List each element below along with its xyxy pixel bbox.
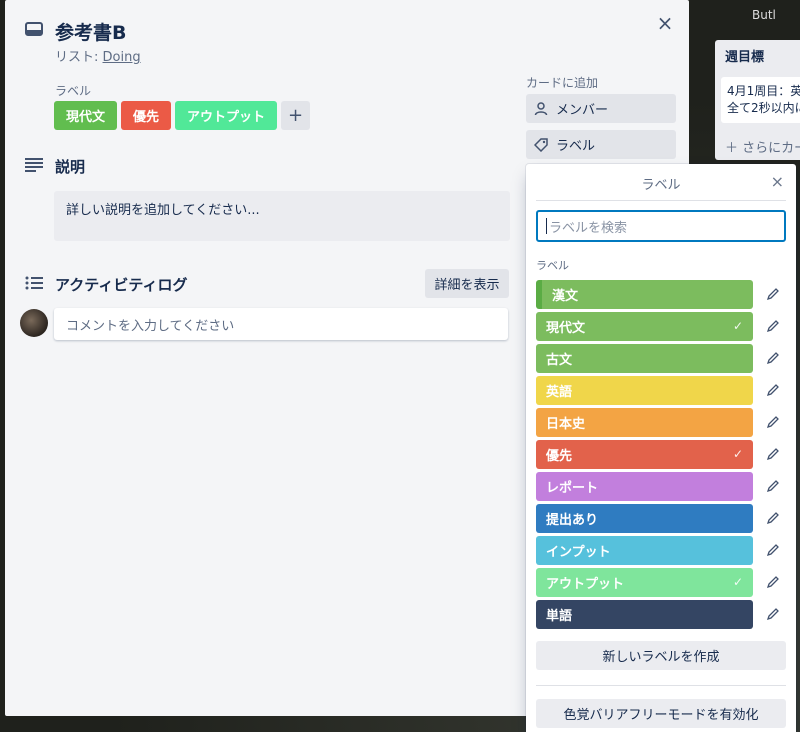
label-option-gendaibun[interactable]: 現代文 ✓ <box>536 311 753 341</box>
label-option-nihonshi[interactable]: 日本史 <box>536 407 753 437</box>
label-name: レポート <box>546 480 599 496</box>
avatar[interactable] <box>20 309 48 337</box>
label-row: 英語 <box>536 374 780 406</box>
butler-button[interactable]: Butl <box>752 8 776 22</box>
tag-icon <box>534 137 548 152</box>
pencil-icon[interactable] <box>766 415 780 429</box>
card-icon <box>25 22 43 36</box>
pencil-icon[interactable] <box>766 575 780 589</box>
label-name: 提出あり <box>546 512 599 528</box>
show-details-button[interactable]: 詳細を表示 <box>425 269 509 298</box>
label-row: 単語 <box>536 598 780 630</box>
labels-popover: ラベル × ラベルを検索 ラベル 漢文 現代文 ✓ 古文 英語 日本史 優先 ✓ <box>526 164 796 732</box>
label-name: インプット <box>546 544 611 560</box>
activity-title: アクティビティログ <box>55 276 188 294</box>
label-name: 単語 <box>546 608 573 624</box>
add-to-card-heading: カードに追加 <box>526 76 599 90</box>
check-icon: ✓ <box>732 319 743 333</box>
pencil-icon[interactable] <box>766 607 780 621</box>
label-row: 提出あり <box>536 502 780 534</box>
labels-section-heading: ラベル <box>536 259 569 272</box>
members-button[interactable]: メンバー <box>526 94 676 123</box>
card-label-chips: 現代文 優先 アウトプット + <box>54 101 311 130</box>
divider <box>536 685 786 686</box>
board-list-add-card[interactable]: ＋ さらにカー <box>725 137 800 156</box>
add-label-button[interactable]: + <box>281 101 311 130</box>
board-list-weekly-goals: 週目標 4月1周目：英 全て2秒以内に ＋ さらにカー <box>715 40 800 160</box>
card-title[interactable]: 参考書B <box>55 18 126 45</box>
pencil-icon[interactable] <box>766 511 780 525</box>
pencil-icon[interactable] <box>766 351 780 365</box>
labels-button[interactable]: ラベル <box>526 130 676 159</box>
label-row: 古文 <box>536 342 780 374</box>
labels-heading: ラベル <box>55 84 92 98</box>
pencil-icon[interactable] <box>766 543 780 557</box>
label-option-report[interactable]: レポート <box>536 471 753 501</box>
labels-label: ラベル <box>556 139 596 154</box>
label-chip[interactable]: 現代文 <box>54 101 118 130</box>
label-search-input[interactable]: ラベルを検索 <box>536 210 786 242</box>
butler-label: Butl <box>752 8 776 22</box>
description-icon <box>25 158 43 172</box>
label-row: 漢文 <box>536 278 780 310</box>
divider <box>536 200 786 201</box>
close-icon[interactable]: × <box>771 172 784 191</box>
comment-input[interactable]: コメントを入力してください <box>54 308 508 340</box>
label-name: 優先 <box>546 448 573 464</box>
label-row: 現代文 ✓ <box>536 310 780 342</box>
label-chip[interactable]: 優先 <box>121 101 172 130</box>
label-row: 優先 ✓ <box>536 438 780 470</box>
label-option-teishutsu[interactable]: 提出あり <box>536 503 753 533</box>
label-option-yusen[interactable]: 優先 ✓ <box>536 439 753 469</box>
members-label: メンバー <box>556 103 609 118</box>
label-option-kanbun[interactable]: 漢文 <box>536 279 753 309</box>
card-list-info: リスト: Doing <box>55 46 141 65</box>
description-input[interactable]: 詳しい説明を追加してください... <box>54 191 510 241</box>
label-name: 現代文 <box>546 320 586 336</box>
pencil-icon[interactable] <box>766 287 780 301</box>
list-name-link[interactable]: Doing <box>103 50 141 65</box>
label-option-output[interactable]: アウトプット ✓ <box>536 567 753 597</box>
list-prefix: リスト: <box>55 50 103 65</box>
label-row: レポート <box>536 470 780 502</box>
pencil-icon[interactable] <box>766 479 780 493</box>
popover-title: ラベル <box>641 178 681 193</box>
label-name: 英語 <box>546 384 573 400</box>
label-row: 日本史 <box>536 406 780 438</box>
description-title: 説明 <box>55 158 86 176</box>
pencil-icon[interactable] <box>766 383 780 397</box>
label-name: 日本史 <box>546 416 586 432</box>
check-icon: ✓ <box>732 575 743 589</box>
colorblind-mode-button[interactable]: 色覚バリアフリーモードを有効化 <box>536 699 786 728</box>
label-option-eigo[interactable]: 英語 <box>536 375 753 405</box>
board-list-title: 週目標 <box>725 50 765 65</box>
person-icon <box>534 101 548 115</box>
label-list: 漢文 現代文 ✓ 古文 英語 日本史 優先 ✓ レポート 提出あり インプット … <box>536 278 780 630</box>
label-option-tango[interactable]: 単語 <box>536 599 753 629</box>
label-name: 古文 <box>546 352 573 368</box>
pencil-icon[interactable] <box>766 447 780 461</box>
board-list-card[interactable]: 4月1周目：英 全て2秒以内に <box>721 77 800 123</box>
close-icon[interactable]: × <box>653 12 677 36</box>
label-option-kobun[interactable]: 古文 <box>536 343 753 373</box>
label-row: インプット <box>536 534 780 566</box>
label-option-input[interactable]: インプット <box>536 535 753 565</box>
label-chip[interactable]: アウトプット <box>175 101 278 130</box>
label-name: アウトプット <box>546 576 625 592</box>
check-icon: ✓ <box>732 447 743 461</box>
create-label-button[interactable]: 新しいラベルを作成 <box>536 641 786 670</box>
pencil-icon[interactable] <box>766 319 780 333</box>
activity-icon <box>25 276 43 290</box>
label-name: 漢文 <box>552 288 579 304</box>
label-row: アウトプット ✓ <box>536 566 780 598</box>
